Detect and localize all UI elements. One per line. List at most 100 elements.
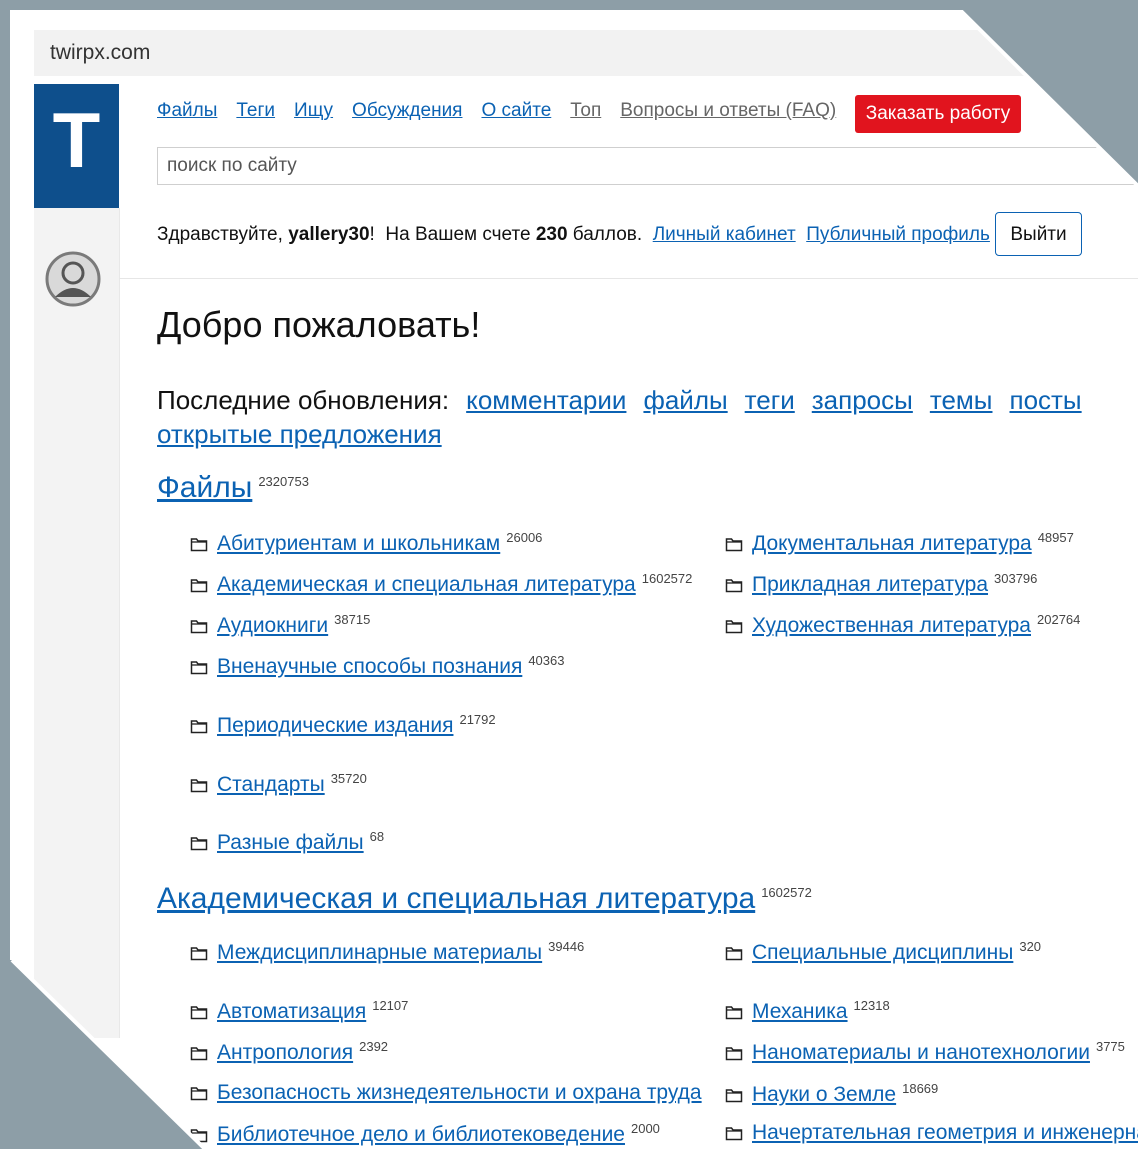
category-count: 35720 (330, 771, 367, 786)
updates-posts-link[interactable]: посты (1009, 385, 1081, 415)
folder-icon (725, 534, 743, 558)
category-count: 38715 (334, 612, 371, 627)
address-bar[interactable] (34, 30, 1138, 76)
page-title: Добро пожаловать! (157, 304, 481, 345)
category-link[interactable]: Стандарты (217, 773, 325, 796)
category-link[interactable]: Абитуриентам и школьникам (217, 532, 500, 555)
public-profile-link[interactable]: Публичный профиль (806, 224, 990, 245)
category-link[interactable]: Разные файлы (217, 831, 364, 854)
folder-icon (190, 534, 208, 558)
list-item: Стандарты 35720 (190, 771, 367, 799)
category-link[interactable]: Междисциплинарные материалы (217, 941, 542, 964)
category-link[interactable]: Периодические издания (217, 714, 453, 737)
list-item: Автоматизация 12107 (190, 998, 408, 1026)
academic-section-title-text[interactable]: Академическая и специальная литература (157, 882, 755, 915)
category-link[interactable]: Наноматериалы и нанотехнологии (752, 1041, 1090, 1064)
category-count: 320 (1019, 939, 1042, 954)
category-count: 2392 (359, 1039, 389, 1054)
user-avatar-icon[interactable] (45, 251, 101, 307)
list-item: Науки о Земле 18669 (725, 1081, 938, 1109)
list-item: Наноматериалы и нанотехнологии 3775 (725, 1039, 1125, 1067)
list-item: Абитуриентам и школьникам 26006 (190, 530, 542, 558)
nav-about[interactable]: О сайте (481, 100, 551, 121)
category-count: 48957 (1037, 530, 1074, 545)
category-link[interactable]: Вненаучные способы познания (217, 655, 522, 678)
folder-icon (190, 616, 208, 640)
nav-tags[interactable]: Теги (236, 100, 275, 121)
search-input[interactable] (157, 147, 1138, 185)
nav-faq[interactable]: Вопросы и ответы (FAQ) (620, 100, 836, 121)
updates-comments-link[interactable]: комментарии (466, 385, 626, 415)
list-item: Разные файлы 68 (190, 829, 384, 857)
nav-files[interactable]: Файлы (157, 100, 217, 121)
folder-icon (725, 575, 743, 599)
category-count: 12107 (372, 998, 409, 1013)
list-item: Библиотечное дело и библиотековедение 200… (190, 1121, 660, 1149)
user-bar: Здравствуйте, yallery30! На Вашем счете … (157, 224, 990, 246)
folder-icon (190, 943, 208, 967)
recent-updates: Последние обновления: комментарии файлы тег… (157, 383, 1117, 451)
category-link[interactable]: Автоматизация (217, 1000, 366, 1023)
updates-offers-link[interactable]: открытые предложения (157, 419, 442, 449)
folder-icon (725, 943, 743, 967)
greeting-text: Здравствуйте, (157, 224, 283, 245)
list-item: Антропология 2392 (190, 1039, 388, 1067)
cabinet-link[interactable]: Личный кабинет (653, 224, 796, 245)
balance-prefix: На Вашем счете (385, 224, 531, 245)
greeting-exclaim: ! (369, 224, 375, 245)
logout-button[interactable]: Выйти (995, 212, 1082, 256)
nav-top[interactable]: Топ (570, 100, 601, 121)
category-count: 39446 (548, 939, 585, 954)
folder-icon (725, 616, 743, 640)
category-count: 1602572 (641, 571, 693, 586)
updates-tags-link[interactable]: теги (745, 385, 795, 415)
category-link[interactable]: Художественная литература (752, 614, 1031, 637)
folder-icon (725, 1085, 743, 1109)
category-link[interactable]: Начертательная геометрия и инженерная (752, 1121, 1138, 1144)
list-item: Вненаучные способы познания 40363 (190, 653, 564, 681)
page-sheet: twirpx.com T Файлы Теги Ищу Обсуждения О сай… (12, 12, 1138, 1149)
category-count: 202764 (1037, 612, 1081, 627)
category-link[interactable]: Специальные дисциплины (752, 941, 1013, 964)
updates-topics-link[interactable]: темы (930, 385, 993, 415)
header-divider (119, 278, 1138, 279)
category-count: 21792 (459, 712, 496, 727)
academic-section-title[interactable]: Академическая и специальная литература 16… (157, 882, 812, 916)
category-count: 3775 (1095, 1039, 1125, 1054)
category-link[interactable]: Документальная литература (752, 532, 1032, 555)
category-count: 2000 (630, 1121, 660, 1136)
category-link[interactable]: Аудиокниги (217, 614, 328, 637)
category-link[interactable]: Библиотечное дело и библиотековедение (217, 1123, 625, 1146)
category-count: 12318 (853, 998, 890, 1013)
files-section-title-text[interactable]: Файлы (157, 471, 252, 504)
category-link[interactable]: Антропология (217, 1041, 353, 1064)
folder-icon (190, 1043, 208, 1067)
folder-icon (190, 775, 208, 799)
category-link[interactable]: Науки о Земле (752, 1083, 896, 1106)
list-item: Прикладная литература 303796 (725, 571, 1037, 599)
folder-icon (725, 1123, 743, 1147)
category-link[interactable]: Безопасность жизнедеятельности и охрана … (217, 1081, 702, 1104)
category-count: 26006 (506, 530, 543, 545)
category-link[interactable]: Прикладная литература (752, 573, 988, 596)
site-logo[interactable]: T (34, 84, 119, 208)
logo-letter: T (52, 96, 101, 184)
nav-discussions[interactable]: Обсуждения (352, 100, 462, 121)
list-item: Документальная литература 48957 (725, 530, 1074, 558)
folder-icon (190, 833, 208, 857)
updates-requests-link[interactable]: запросы (812, 385, 913, 415)
updates-files-link[interactable]: файлы (643, 385, 727, 415)
category-link[interactable]: Механика (752, 1000, 848, 1023)
order-work-button[interactable]: Заказать работу (855, 95, 1021, 133)
files-section-title[interactable]: Файлы 2320753 (157, 471, 309, 505)
category-count: 18669 (902, 1081, 939, 1096)
folder-icon (190, 1125, 208, 1149)
updates-label: Последние обновления: (157, 385, 450, 415)
address-url[interactable]: twirpx.com (50, 41, 150, 65)
list-item: Специальные дисциплины 320 (725, 939, 1041, 967)
category-count: 40363 (528, 653, 565, 668)
category-count: 68 (369, 829, 385, 844)
category-link[interactable]: Академическая и специальная литература (217, 573, 636, 596)
nav-wanted[interactable]: Ищу (294, 100, 333, 121)
username: yallery30 (288, 224, 370, 245)
